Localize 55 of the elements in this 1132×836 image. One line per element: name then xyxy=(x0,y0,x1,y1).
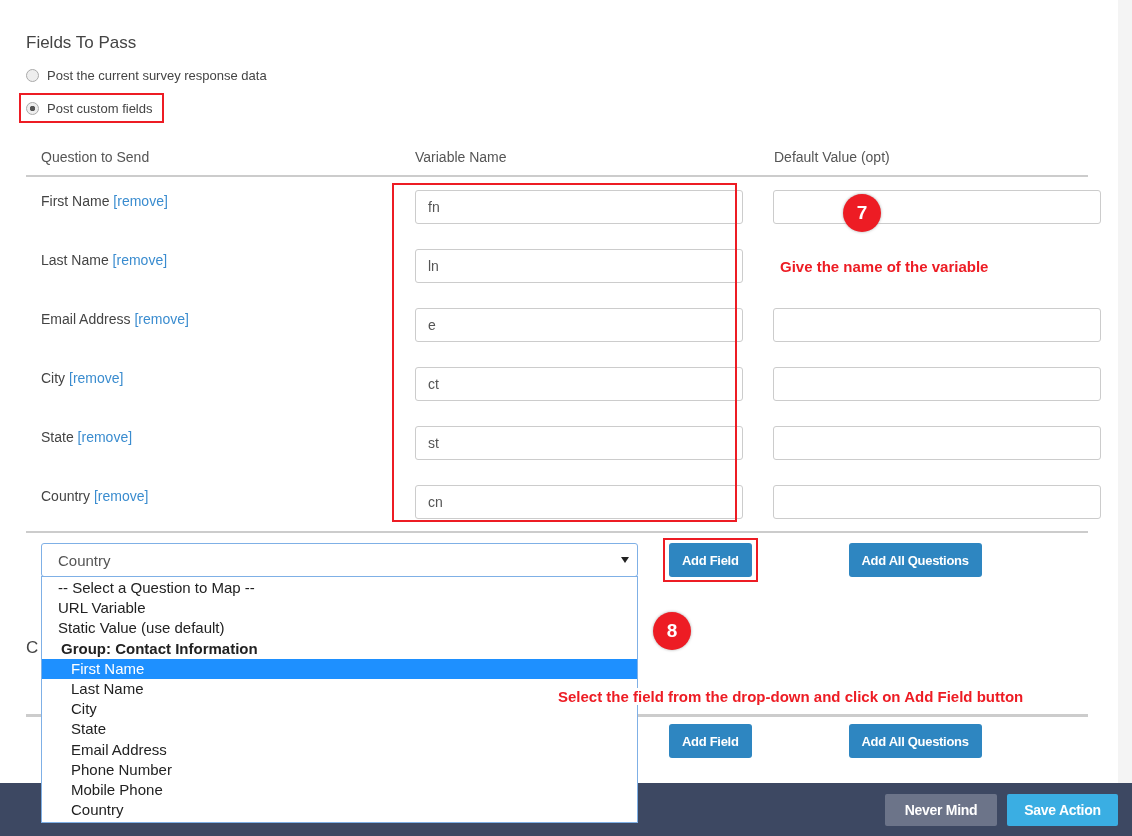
menu-option[interactable]: Email Address xyxy=(42,739,167,760)
step-number-badge: 8 xyxy=(653,612,691,650)
radio-button[interactable] xyxy=(26,68,39,82)
menu-option[interactable]: Last Name xyxy=(42,678,144,700)
remove-link[interactable]: [remove] xyxy=(77,429,133,445)
caret-icon xyxy=(621,557,629,563)
section-title: C xyxy=(26,638,39,658)
remove-link[interactable]: [remove] xyxy=(93,488,149,504)
menu-option[interactable]: Mobile Phone xyxy=(42,779,163,801)
add-field-button[interactable]: Add Field xyxy=(669,724,752,758)
column-header: Default Value (opt) xyxy=(774,149,891,165)
variable-name-field[interactable]: fn xyxy=(415,190,743,224)
highlighted-radio-option[interactable]: Post custom fields xyxy=(19,93,164,123)
column-header: Variable Name xyxy=(415,149,508,165)
radio-label: Post the current survey response data xyxy=(47,67,267,83)
remove-link[interactable]: [remove] xyxy=(69,370,124,386)
variable-name-field[interactable]: st xyxy=(415,426,743,460)
question-label: Country [remove] xyxy=(41,487,150,506)
instruction-text: Give the name of the variable xyxy=(778,258,991,275)
default-value-field[interactable] xyxy=(773,426,1101,460)
menu-option[interactable]: Phone Number xyxy=(42,759,172,780)
add-all-questions-button[interactable]: Add All Questions xyxy=(848,543,982,577)
question-select[interactable]: Country xyxy=(41,543,638,577)
add-all-questions-button[interactable]: Add All Questions xyxy=(848,724,982,758)
default-value-field[interactable] xyxy=(773,367,1101,401)
menu-option[interactable]: Static Value (use default) xyxy=(42,618,225,639)
menu-option[interactable]: State xyxy=(42,719,107,740)
variable-name-field[interactable]: ln xyxy=(415,249,743,283)
menu-option[interactable]: Country xyxy=(42,800,124,821)
add-field-button[interactable]: Add Field xyxy=(669,543,752,577)
radio-label: Post custom fields xyxy=(47,100,153,116)
variable-name-field[interactable]: e xyxy=(415,308,743,342)
question-label: First Name [remove] xyxy=(41,192,169,211)
question-label: Last Name [remove] xyxy=(41,251,169,270)
default-value-field[interactable] xyxy=(773,485,1101,519)
question-label: City [remove] xyxy=(41,369,125,388)
column-header: Question to Send xyxy=(41,149,151,165)
menu-option[interactable]: URL Variable xyxy=(42,598,146,619)
group-heading: Group: Contact Information xyxy=(60,638,258,659)
remove-link[interactable]: [remove] xyxy=(134,311,189,327)
radio-option[interactable]: Post the current survey response data xyxy=(19,60,278,90)
section-title: Fields To Pass xyxy=(26,33,138,53)
remove-link[interactable]: [remove] xyxy=(112,252,168,268)
cancel-button[interactable]: Never Mind xyxy=(885,793,997,826)
menu-option[interactable]: City xyxy=(42,699,97,720)
variable-name-field[interactable]: cn xyxy=(415,485,743,519)
menu-option[interactable]: -- Select a Question to Map -- xyxy=(42,578,255,599)
default-value-field[interactable] xyxy=(773,190,1101,224)
question-label: Email Address [remove] xyxy=(41,310,190,329)
default-value-field[interactable] xyxy=(773,308,1101,342)
question-label: State [remove] xyxy=(41,428,134,447)
remove-link[interactable]: [remove] xyxy=(113,193,168,209)
instruction-text: Select the field from the drop-down and click on Add Field button xyxy=(556,688,1026,705)
radio-button[interactable] xyxy=(26,101,39,115)
variable-name-field[interactable]: ct xyxy=(415,367,743,401)
